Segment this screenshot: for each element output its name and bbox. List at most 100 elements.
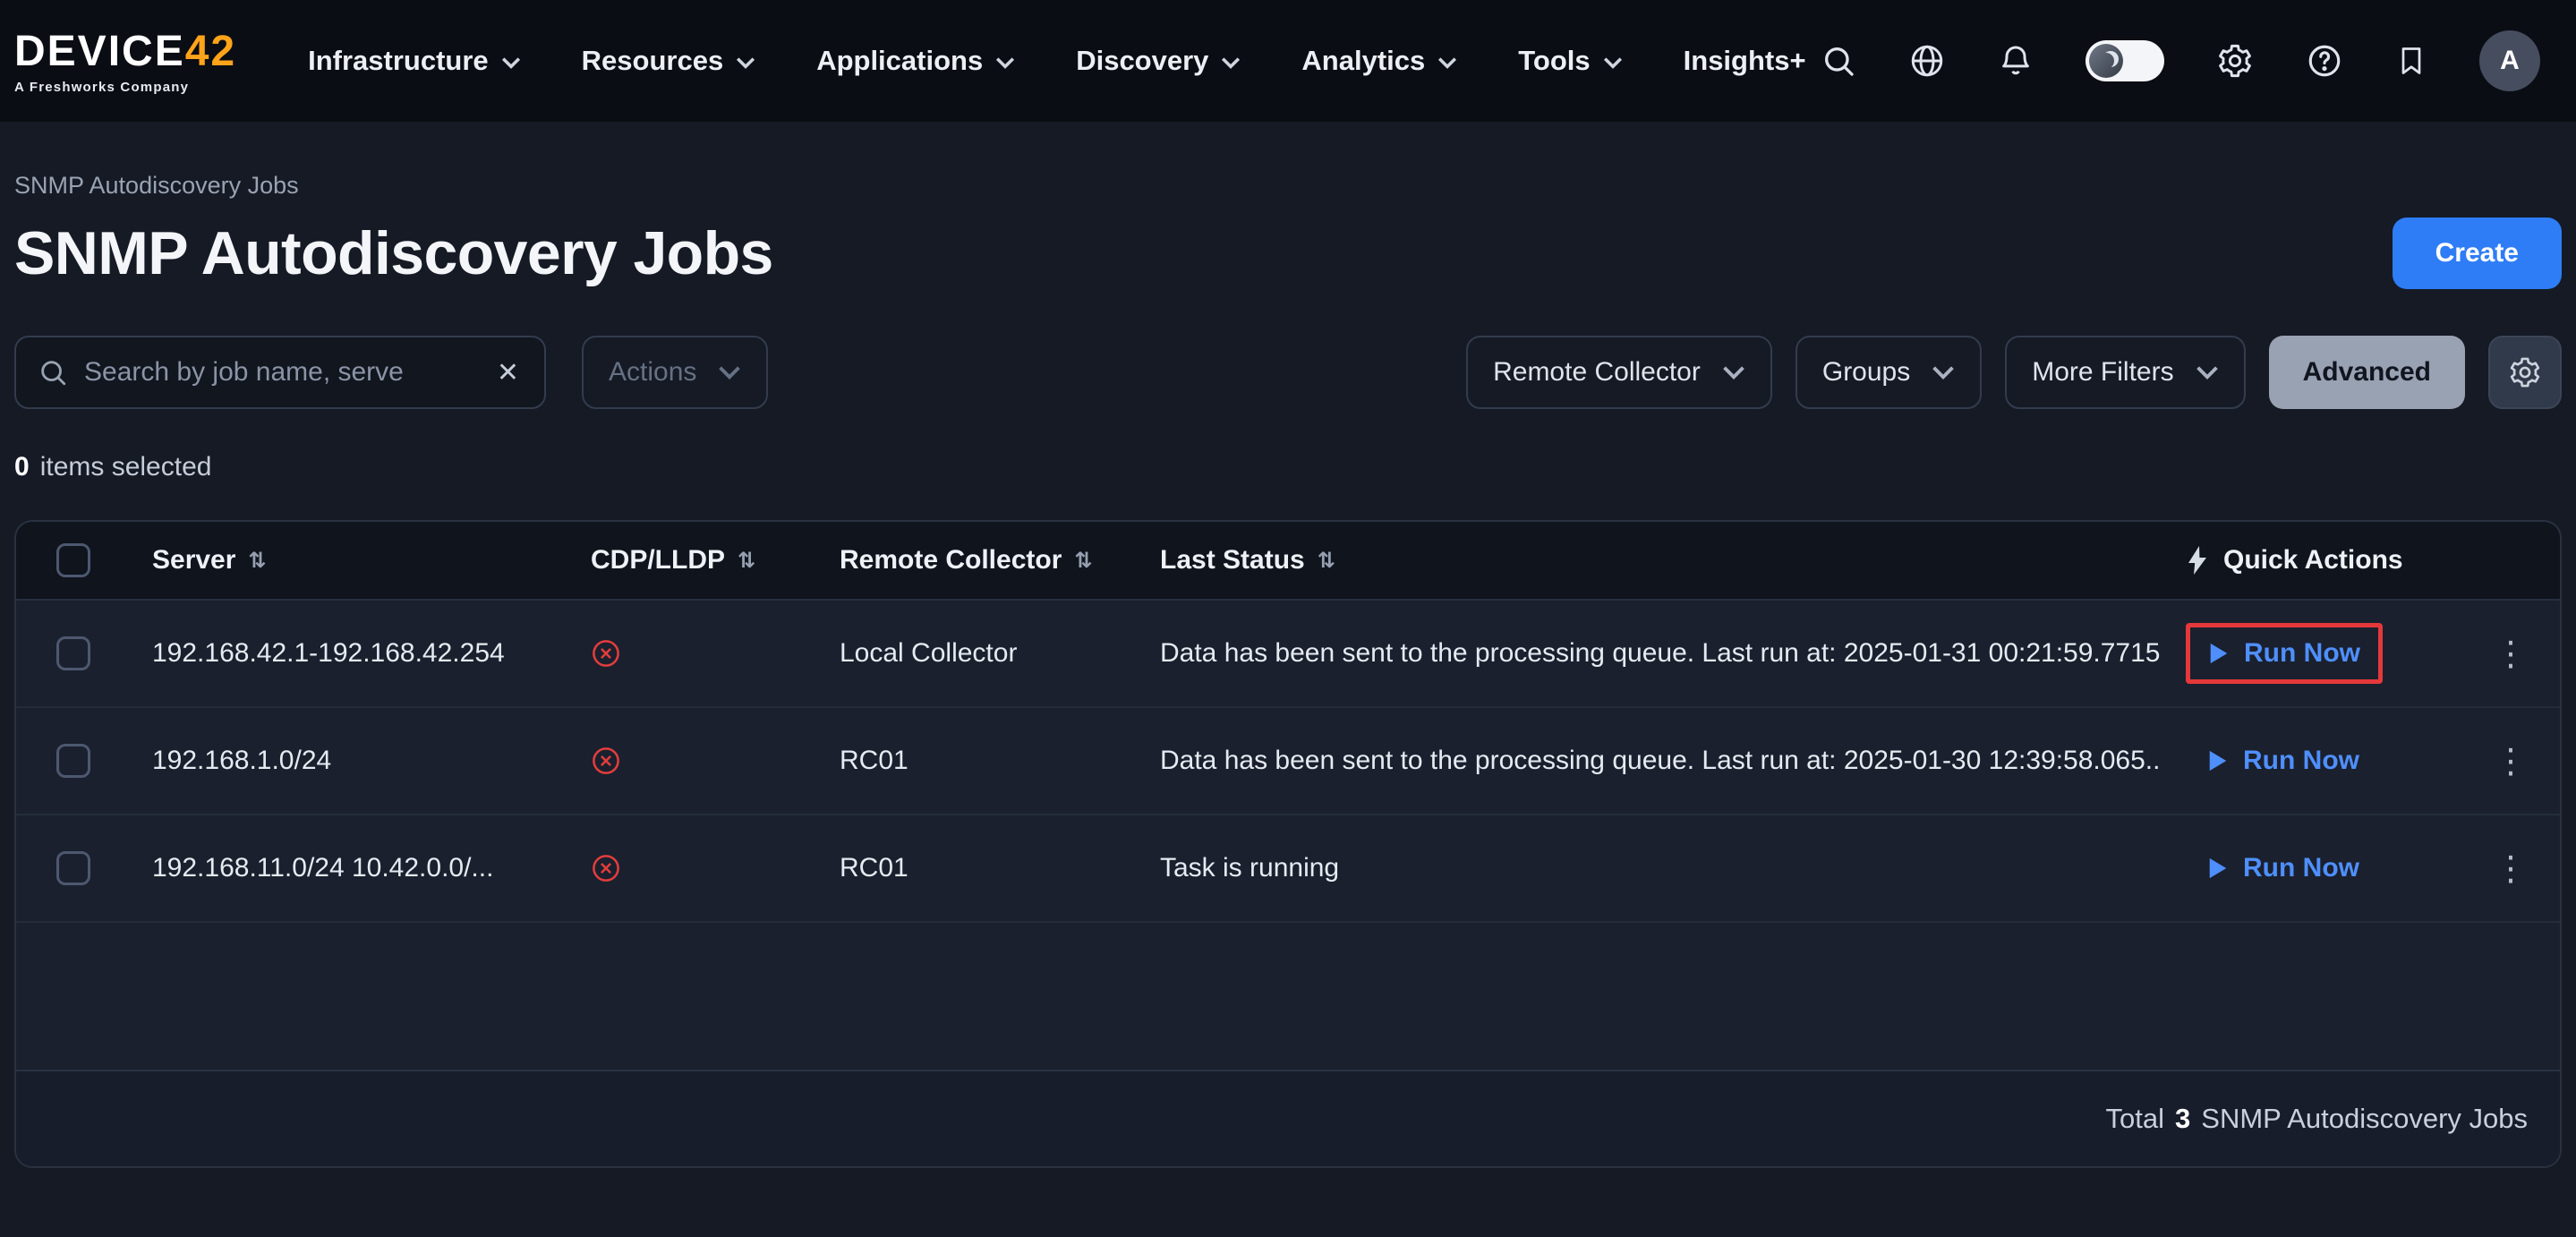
row-menu-cell: ⋮ xyxy=(2461,849,2560,889)
create-button[interactable]: Create xyxy=(2393,218,2562,289)
sort-icon[interactable]: ⇅ xyxy=(738,548,755,574)
actions-dropdown-label: Actions xyxy=(609,357,696,388)
kebab-menu-button[interactable]: ⋮ xyxy=(2461,634,2560,674)
logo-accent-text: 42 xyxy=(185,27,236,76)
last-status-cell: Data has been sent to the processing que… xyxy=(1139,638,2161,669)
last-status-cell: Task is running xyxy=(1139,853,2161,883)
remote-collector-cell: RC01 xyxy=(818,746,1139,776)
chevron-down-icon xyxy=(1221,56,1241,69)
table-header-row: Server ⇅ CDP/LLDP ⇅ Remote Collector ⇅ L… xyxy=(16,522,2560,601)
more-filters-dropdown[interactable]: More Filters xyxy=(2005,336,2245,409)
kebab-menu-button[interactable]: ⋮ xyxy=(2461,849,2560,889)
select-all-checkbox[interactable] xyxy=(56,543,90,577)
remote-collector-cell: Local Collector xyxy=(818,638,1139,669)
globe-icon[interactable] xyxy=(1908,42,1946,80)
remote-collector-filter-label: Remote Collector xyxy=(1493,357,1701,388)
chevron-down-icon xyxy=(501,56,521,69)
avatar[interactable]: A xyxy=(2479,30,2540,91)
nav-item-label: Resources xyxy=(582,45,724,77)
row-menu-cell: ⋮ xyxy=(2461,741,2560,781)
advanced-button[interactable]: Advanced xyxy=(2269,336,2465,409)
nav-item-insights[interactable]: Insights+ xyxy=(1684,45,1806,77)
device42-logo[interactable]: DEVICE 42 A Freshworks Company xyxy=(14,27,236,95)
column-header-cdp-lldp[interactable]: CDP/LLDP ⇅ xyxy=(569,545,818,576)
quick-actions-cell: Run Now xyxy=(2161,623,2461,684)
logo-brand-text: DEVICE xyxy=(14,27,185,76)
sort-icon[interactable]: ⇅ xyxy=(1074,548,1092,574)
run-now-label: Run Now xyxy=(2244,638,2360,669)
row-checkbox-cell xyxy=(16,851,131,885)
lightning-bolt-icon xyxy=(2186,546,2209,575)
page-title: SNMP Autodiscovery Jobs xyxy=(14,218,773,288)
run-now-button[interactable]: Run Now xyxy=(2207,746,2359,776)
groups-filter[interactable]: Groups xyxy=(1796,336,1982,409)
annotation-highlight: Run Now xyxy=(2186,623,2383,684)
help-icon[interactable] xyxy=(2306,42,2343,80)
clear-search-icon[interactable]: ✕ xyxy=(493,357,523,388)
main-nav: Infrastructure Resources Applications Di… xyxy=(308,45,1805,77)
row-checkbox[interactable] xyxy=(56,636,90,670)
run-now-label: Run Now xyxy=(2243,853,2359,883)
remote-collector-cell: RC01 xyxy=(818,853,1139,883)
remote-collector-filter[interactable]: Remote Collector xyxy=(1466,336,1772,409)
server-cell[interactable]: 192.168.42.1-192.168.42.254 xyxy=(131,638,569,669)
avatar-initial: A xyxy=(2500,46,2520,76)
row-checkbox[interactable] xyxy=(56,744,90,778)
total-prefix: Total xyxy=(2106,1103,2164,1135)
column-header-label: Quick Actions xyxy=(2223,545,2403,576)
nav-item-applications[interactable]: Applications xyxy=(816,45,1015,77)
bookmark-icon[interactable] xyxy=(2395,43,2427,79)
run-now-button[interactable]: Run Now xyxy=(2207,853,2359,883)
column-header-quick-actions: Quick Actions xyxy=(2161,545,2461,576)
search-input[interactable] xyxy=(84,357,477,388)
row-checkbox[interactable] xyxy=(56,851,90,885)
notifications-bell-icon[interactable] xyxy=(1998,43,2034,79)
play-icon xyxy=(2208,642,2230,665)
logo-wordmark: DEVICE 42 xyxy=(14,27,236,76)
breadcrumb[interactable]: SNMP Autodiscovery Jobs xyxy=(14,172,2562,200)
chevron-down-icon xyxy=(1722,365,1745,380)
total-suffix: SNMP Autodiscovery Jobs xyxy=(2201,1103,2528,1135)
sort-icon[interactable]: ⇅ xyxy=(248,548,266,574)
column-header-label: Server xyxy=(152,545,235,576)
column-header-server[interactable]: Server ⇅ xyxy=(131,545,569,576)
filter-toolbar: ✕ Actions Remote Collector Groups More F… xyxy=(14,336,2562,409)
column-header-last-status[interactable]: Last Status ⇅ xyxy=(1139,545,2161,576)
table-footer: Total 3 SNMP Autodiscovery Jobs xyxy=(16,1070,2560,1166)
logo-tagline: A Freshworks Company xyxy=(14,80,236,95)
nav-item-discovery[interactable]: Discovery xyxy=(1076,45,1241,77)
page-content: SNMP Autodiscovery Jobs SNMP Autodiscove… xyxy=(0,172,2576,1168)
nav-item-tools[interactable]: Tools xyxy=(1518,45,1622,77)
quick-actions-cell: Run Now xyxy=(2161,853,2461,883)
server-cell[interactable]: 192.168.1.0/24 xyxy=(131,746,569,776)
nav-item-analytics[interactable]: Analytics xyxy=(1301,45,1457,77)
gear-icon[interactable] xyxy=(2216,42,2254,80)
top-navbar: DEVICE 42 A Freshworks Company Infrastru… xyxy=(0,0,2576,122)
search-icon[interactable] xyxy=(1821,43,1856,79)
actions-dropdown[interactable]: Actions xyxy=(582,336,768,409)
cdp-lldp-cell xyxy=(569,746,818,776)
kebab-menu-button[interactable]: ⋮ xyxy=(2461,741,2560,781)
cdp-lldp-cell xyxy=(569,853,818,883)
run-now-button[interactable]: Run Now xyxy=(2208,638,2360,669)
column-header-remote-collector[interactable]: Remote Collector ⇅ xyxy=(818,545,1139,576)
groups-filter-label: Groups xyxy=(1822,357,1910,388)
quick-actions-cell: Run Now xyxy=(2161,746,2461,776)
table-row: 192.168.42.1-192.168.42.254 Local Collec… xyxy=(16,601,2560,708)
nav-item-label: Insights+ xyxy=(1684,45,1806,77)
server-cell[interactable]: 192.168.11.0/24 10.42.0.0/... xyxy=(131,853,569,883)
nav-item-infrastructure[interactable]: Infrastructure xyxy=(308,45,521,77)
nav-item-label: Applications xyxy=(816,45,983,77)
theme-toggle[interactable] xyxy=(2086,40,2164,81)
sort-icon[interactable]: ⇅ xyxy=(1318,548,1335,574)
filter-right-group: Remote Collector Groups More Filters Adv… xyxy=(1466,336,2562,409)
chevron-down-icon xyxy=(995,56,1015,69)
jobs-table: Server ⇅ CDP/LLDP ⇅ Remote Collector ⇅ L… xyxy=(14,520,2562,1168)
gear-icon xyxy=(2508,355,2542,389)
chevron-down-icon xyxy=(1437,56,1457,69)
table-row: 192.168.1.0/24 RC01 Data has been sent t… xyxy=(16,708,2560,815)
status-error-icon xyxy=(591,746,621,776)
table-settings-button[interactable] xyxy=(2488,336,2562,409)
nav-item-resources[interactable]: Resources xyxy=(582,45,756,77)
moon-icon xyxy=(2098,53,2114,69)
